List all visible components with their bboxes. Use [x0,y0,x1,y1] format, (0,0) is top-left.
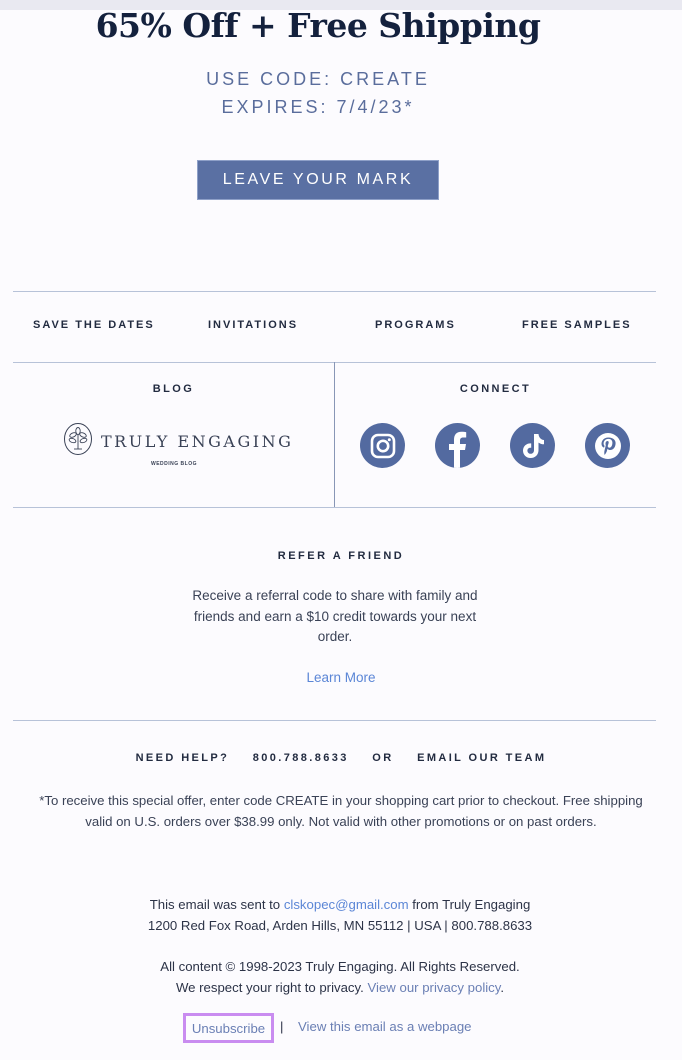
help-line: NEED HELP? 800.788.8633 OR EMAIL OUR TEA… [0,752,682,764]
blog-heading: BLOG [152,383,195,395]
nav-free-samples[interactable]: FREE SAMPLES [522,319,632,331]
expiry-line: EXPIRES: 7/4/23* [221,97,415,117]
sent-info: This email was sent to clskopec@gmail.co… [90,894,590,936]
instagram-icon[interactable] [360,423,405,468]
divider [13,720,656,721]
company-address: 1200 Red Fox Road, Arden Hills, MN 55112… [147,918,533,933]
refer-description: Receive a referral code to share with fa… [192,588,478,644]
nav-save-the-dates[interactable]: SAVE THE DATES [33,319,155,331]
leave-your-mark-button[interactable]: LEAVE YOUR MARK [197,160,439,200]
floral-emblem-icon [63,422,93,461]
privacy-prefix: We respect your right to privacy. [175,980,368,995]
unsubscribe-highlight: Unsubscribe [183,1013,274,1043]
rights-info: All content © 1998-2023 Truly Engaging. … [90,956,590,998]
help-phone-link[interactable]: 800.788.8633 [253,752,349,764]
link-separator: | [280,1019,284,1034]
connect-heading: CONNECT [459,383,532,395]
nav-invitations[interactable]: INVITATIONS [208,319,298,331]
copyright-text: All content © 1998-2023 Truly Engaging. … [160,959,520,974]
divider [13,291,656,292]
or-label: OR [372,752,394,764]
category-nav: SAVE THE DATES INVITATIONS PROGRAMS FREE… [13,319,656,335]
offer-disclaimer: *To receive this special offer, enter co… [39,793,643,829]
learn-more-link[interactable]: Learn More [306,670,375,685]
email-team-link[interactable]: EMAIL OUR TEAM [417,752,546,764]
sent-suffix: from Truly Engaging [408,897,531,912]
tiktok-icon[interactable] [510,423,555,468]
divider [13,507,656,508]
facebook-icon[interactable] [435,423,480,468]
pinterest-icon[interactable] [585,423,630,468]
privacy-suffix: . [500,980,505,995]
promo-code-line: USE CODE: CREATE [206,69,430,89]
recipient-email-link[interactable]: clskopec@gmail.com [284,897,409,912]
hero-title: 65% Off + Free Shipping [95,6,541,45]
logo-wordmark: TRULY ENGAGING [101,432,294,451]
nav-programs[interactable]: PROGRAMS [375,319,456,331]
need-help-label: NEED HELP? [135,752,230,764]
logo-subtitle: WEDDING BLOG [151,461,197,467]
view-as-webpage-link[interactable]: View this email as a webpage [298,1019,472,1034]
refer-heading: REFER A FRIEND [277,550,405,562]
privacy-policy-link[interactable]: View our privacy policy [367,980,500,995]
truly-engaging-blog-logo[interactable]: TRULY ENGAGING [63,422,293,461]
unsubscribe-link[interactable]: Unsubscribe [192,1021,265,1036]
sent-prefix: This email was sent to [149,897,284,912]
